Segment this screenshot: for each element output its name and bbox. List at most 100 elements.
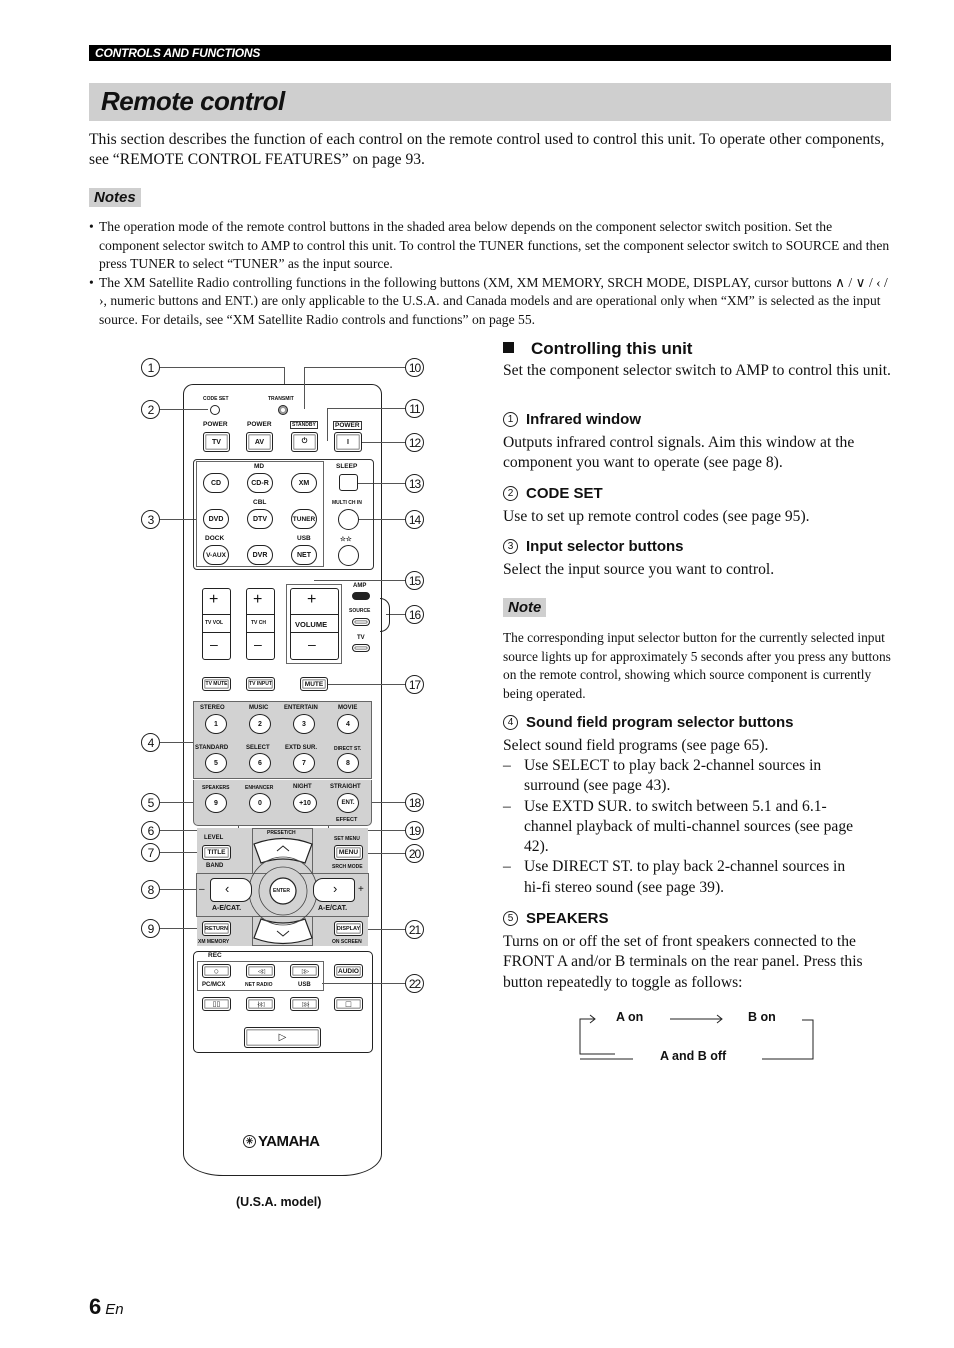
input-tuner-button[interactable]: TUNER — [291, 509, 317, 529]
code-set-label: CODE SET — [203, 396, 229, 402]
remote-caption: (U.S.A. model) — [236, 1195, 322, 1209]
page-number: 6 En — [89, 1294, 124, 1319]
rewind-button[interactable]: ◁◁ — [246, 964, 275, 978]
callout-9: 9 — [141, 919, 160, 938]
input-net-button[interactable]: NET — [291, 545, 317, 565]
skip-forward-button[interactable]: ▷▷| — [290, 997, 319, 1011]
callout-2: 2 — [141, 400, 160, 419]
pause-button[interactable]: ▯▯ — [202, 997, 231, 1011]
callout-11: 11 — [405, 399, 424, 418]
callout-20: 20 — [405, 844, 424, 863]
menu-button[interactable]: MENU — [334, 845, 363, 860]
callout-7: 7 — [141, 843, 160, 862]
callout-13: 13 — [405, 474, 424, 493]
ent-button[interactable]: ENT. — [337, 793, 359, 813]
input-vaux-button[interactable]: V-AUX — [203, 545, 229, 565]
cursor-up-button — [253, 837, 313, 864]
item-text-1: Outputs infrared control signals. Aim th… — [503, 434, 855, 472]
num-6-button[interactable]: 6 — [249, 753, 271, 773]
input-xm-button[interactable]: XM — [291, 473, 317, 493]
callout-14: 14 — [405, 510, 424, 529]
cycle-off: A and B off — [660, 1049, 727, 1063]
callout-18: 18 — [405, 793, 424, 812]
skip-back-button[interactable]: |◁◁ — [246, 997, 275, 1011]
standby-button[interactable]: ⏻ — [291, 432, 318, 452]
input-cdr-button[interactable]: CD-R — [247, 473, 273, 493]
return-button[interactable]: RETURN — [202, 921, 231, 936]
num-0-button[interactable]: 0 — [249, 793, 271, 813]
multi-ch-in-button[interactable] — [338, 509, 359, 530]
bullet-item: Use SELECT to play back 2-channel source… — [503, 756, 863, 797]
section-header-bar: CONTROLS AND FUNCTIONS — [89, 45, 891, 61]
callout-12: 12 — [405, 433, 424, 452]
cycle-b-on: B on — [748, 1010, 776, 1024]
selector-amp-switch[interactable] — [352, 592, 370, 600]
power-on-button[interactable]: I — [334, 432, 362, 452]
num-1-button[interactable]: 1 — [205, 714, 227, 734]
title-bar: Remote control — [89, 83, 891, 121]
callout-17: 17 — [405, 675, 424, 694]
loop-line-left — [579, 1018, 615, 1055]
selector-tv-switch[interactable] — [352, 644, 370, 652]
callout-19: 19 — [405, 821, 424, 840]
input-dvd-button[interactable]: DVD — [203, 509, 229, 529]
callout-10: 10 — [405, 358, 424, 377]
input-dtv-button[interactable]: DTV — [247, 509, 273, 529]
input-cd-button[interactable]: CD — [203, 473, 229, 493]
rec-button[interactable]: ○ — [202, 964, 231, 978]
code-set-button[interactable] — [210, 405, 220, 415]
page-title: Remote control — [101, 86, 285, 116]
bullet-item: Use DIRECT ST. to play back 2-channel so… — [503, 857, 863, 898]
num-2-button[interactable]: 2 — [249, 714, 271, 734]
stop-button[interactable]: □ — [334, 997, 363, 1011]
section-intro: Set the component selector switch to AMP… — [503, 362, 891, 379]
notes-label: Notes — [89, 188, 141, 207]
play-button[interactable]: ▷ — [244, 1027, 321, 1048]
callout-5: 5 — [141, 793, 160, 812]
num-plus10-button[interactable]: +10 — [293, 793, 317, 813]
selector-source-switch[interactable] — [352, 618, 370, 626]
callout-3: 3 — [141, 510, 160, 529]
yamaha-logo: ✳ YAMAHA — [243, 1133, 320, 1150]
stars-button[interactable] — [338, 545, 359, 566]
item-number: 1 — [503, 412, 518, 427]
num-8-button[interactable]: 8 — [337, 753, 359, 773]
note-item: The XM Satellite Radio controlling funct… — [89, 274, 891, 330]
component-selector-wheel[interactable] — [380, 598, 390, 632]
callout-1: 1 — [141, 358, 160, 377]
display-button[interactable]: DISPLAY — [334, 921, 363, 936]
cursor-left-button[interactable] — [210, 878, 252, 902]
power-av-button[interactable]: AV — [246, 432, 273, 452]
tv-input-button[interactable]: TV INPUT — [246, 677, 275, 691]
chevron-left-icon: ‹ — [225, 881, 230, 896]
sound-field-bullets: Use SELECT to play back 2-channel source… — [503, 756, 863, 898]
transmit-indicator — [278, 405, 288, 415]
num-9-button[interactable]: 9 — [205, 793, 227, 813]
num-3-button[interactable]: 3 — [293, 714, 315, 734]
callout-22: 22 — [405, 974, 424, 993]
callout-6: 6 — [141, 821, 160, 840]
callout-21: 21 — [405, 920, 424, 939]
item-heading-1: 1 Infrared window — [503, 411, 893, 428]
num-5-button[interactable]: 5 — [205, 753, 227, 773]
fast-forward-button[interactable]: ▷▷ — [290, 964, 319, 978]
cycle-a-on: A on — [616, 1010, 644, 1024]
chevron-right-icon: › — [333, 881, 338, 896]
title-button[interactable]: TITLE — [202, 845, 231, 860]
section-header: CONTROLS AND FUNCTIONS — [95, 46, 261, 60]
audio-button[interactable]: AUDIO — [334, 964, 363, 978]
note-label: Note — [503, 598, 547, 617]
item-text-3: Select the input source you want to cont… — [503, 561, 775, 578]
sleep-button[interactable] — [339, 474, 358, 491]
loop-line-right — [762, 1019, 814, 1060]
input-dvr-button[interactable]: DVR — [247, 545, 273, 565]
notes-list: The operation mode of the remote control… — [89, 218, 891, 329]
mute-button[interactable]: MUTE — [300, 677, 328, 691]
num-4-button[interactable]: 4 — [337, 714, 359, 734]
num-7-button[interactable]: 7 — [293, 753, 315, 773]
callout-15: 15 — [405, 571, 424, 590]
tv-mute-button[interactable]: TV MUTE — [202, 677, 231, 691]
power-tv-button[interactable]: TV — [203, 432, 230, 452]
note-text: The corresponding input selector button … — [503, 630, 891, 701]
note-item: The operation mode of the remote control… — [89, 218, 891, 274]
